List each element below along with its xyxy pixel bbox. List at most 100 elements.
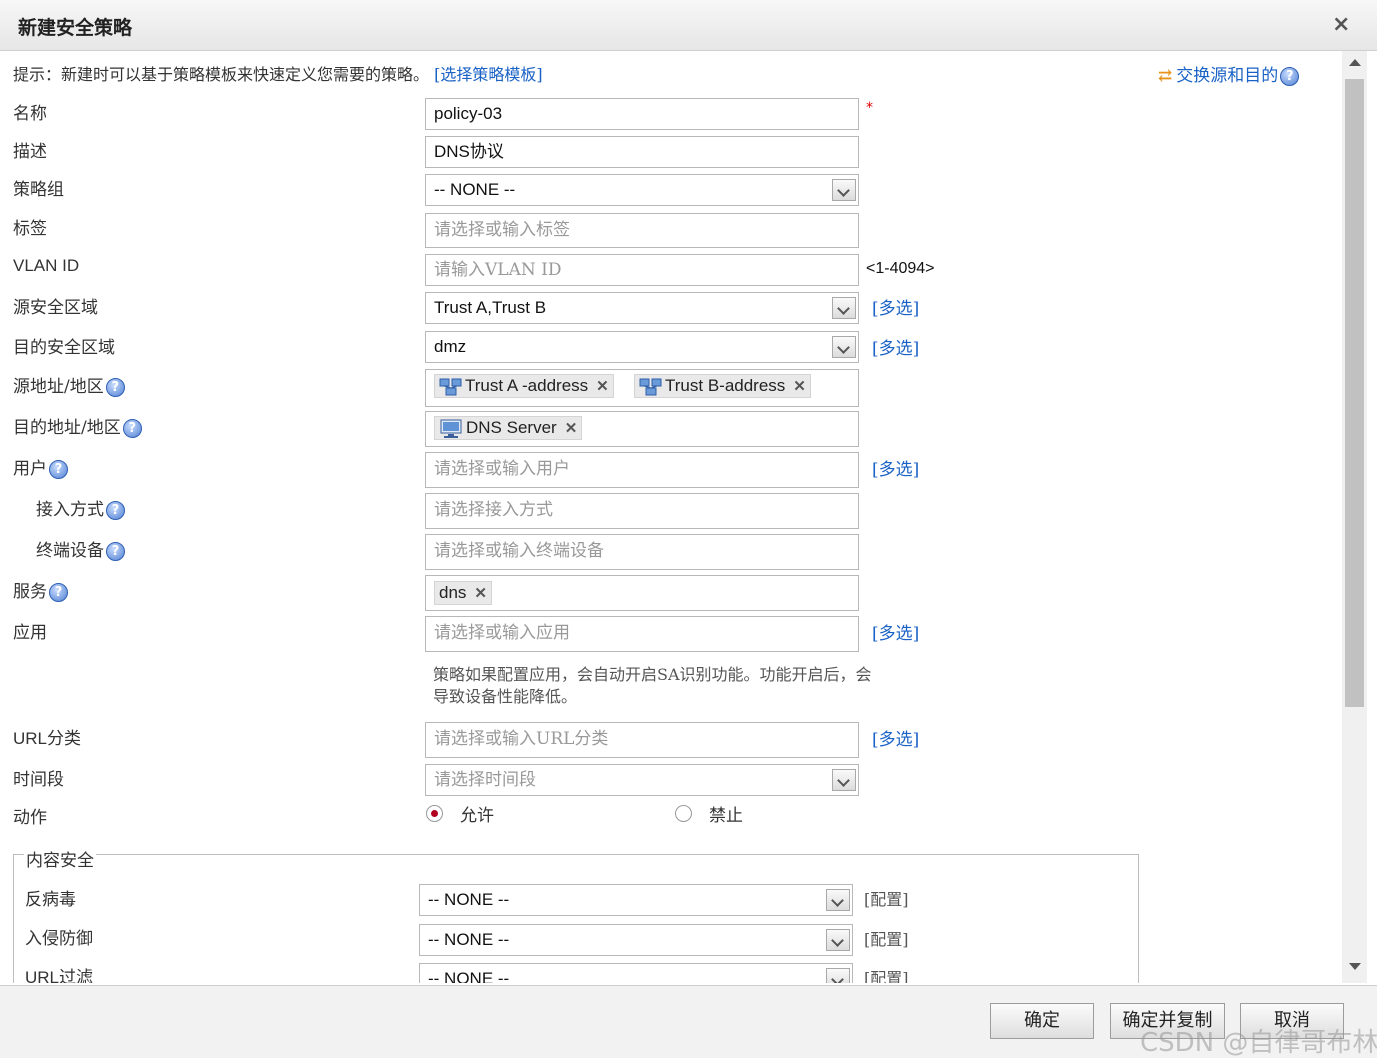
dialog-title: 新建安全策略 [18, 17, 133, 39]
service-input[interactable]: dns ✕ [425, 575, 859, 611]
src-addr-tag: Trust A -address ✕ [434, 374, 614, 398]
action-label: 动作 [13, 808, 47, 828]
access-label: 接入方式? [36, 495, 125, 520]
ok-button[interactable]: 确定 [990, 1003, 1094, 1039]
antivirus-select[interactable]: -- NONE -- [419, 884, 853, 916]
chevron-down-icon[interactable] [826, 929, 850, 951]
swap-label: 交换源和目的 [1176, 66, 1279, 86]
network-icon [639, 378, 662, 396]
dst-zone-multi-link[interactable]: [多选] [872, 334, 919, 359]
help-icon[interactable]: ? [49, 583, 68, 602]
app-multi-link[interactable]: [多选] [872, 619, 919, 644]
service-tag-text: dns [439, 583, 467, 602]
url-cat-input[interactable]: 请选择或输入URL分类 [425, 722, 859, 758]
required-marker: * [866, 100, 873, 116]
user-multi-link[interactable]: [多选] [872, 455, 919, 480]
vertical-scrollbar[interactable] [1342, 51, 1367, 983]
service-label-text: 服务 [13, 582, 47, 602]
src-addr-input[interactable]: Trust A -address ✕ Trust B-address ✕ [425, 369, 859, 407]
service-label: 服务? [13, 577, 68, 602]
tag-label: 标签 [13, 219, 47, 239]
name-input[interactable]: policy-03 [425, 98, 859, 130]
src-addr-tag-text: Trust B-address [665, 376, 786, 395]
computer-icon [440, 419, 462, 438]
service-tag: dns ✕ [434, 581, 492, 605]
chevron-down-icon[interactable] [832, 179, 856, 201]
close-icon[interactable]: × [1332, 12, 1350, 37]
url-filter-label: URL过滤 [25, 968, 94, 983]
ips-select[interactable]: -- NONE -- [419, 924, 853, 956]
network-icon [439, 378, 462, 396]
device-input[interactable]: 请选择或输入终端设备 [425, 534, 859, 570]
help-icon[interactable]: ? [106, 501, 125, 520]
antivirus-config-link[interactable]: [配置] [864, 886, 909, 910]
ips-config-link[interactable]: [配置] [864, 926, 909, 950]
url-cat-multi-link[interactable]: [多选] [872, 725, 919, 750]
src-addr-label: 源地址/地区? [13, 372, 125, 397]
allow-label: 允许 [460, 806, 494, 826]
group-select[interactable]: -- NONE -- [425, 174, 859, 206]
scrollbar-thumb[interactable] [1345, 79, 1364, 707]
help-icon[interactable]: ? [49, 460, 68, 479]
deny-label: 禁止 [709, 806, 743, 826]
chevron-down-icon[interactable] [826, 889, 850, 911]
desc-input[interactable]: DNS协议 [425, 136, 859, 168]
vlan-range: <1-4094> [866, 260, 935, 277]
watermark: CSDN @自律哥布林 [1140, 1028, 1377, 1058]
url-filter-select[interactable]: -- NONE -- [419, 963, 853, 983]
src-zone-select[interactable]: Trust A,Trust B [425, 292, 859, 324]
hint-text: 提示：新建时可以基于策略模板来快速定义您需要的策略。 [选择策略模板] [13, 61, 543, 85]
dst-zone-select[interactable]: dmz [425, 331, 859, 363]
help-icon[interactable]: ? [105, 378, 125, 397]
select-template-link[interactable]: [选择策略模板] [434, 65, 543, 84]
src-zone-multi-link[interactable]: [多选] [872, 294, 919, 319]
deny-radio[interactable] [675, 805, 692, 822]
dst-addr-input[interactable]: DNS Server ✕ [425, 411, 859, 447]
swap-src-dst-link[interactable]: ⇄ 交换源和目的? [1158, 61, 1300, 86]
remove-tag-icon[interactable]: ✕ [596, 378, 609, 395]
time-placeholder: 请选择时间段 [434, 770, 536, 790]
group-value: -- NONE -- [434, 180, 516, 199]
allow-radio[interactable] [426, 805, 443, 822]
dst-zone-label: 目的安全区域 [13, 338, 115, 358]
vlan-label: VLAN ID [13, 256, 80, 275]
dst-addr-tag-text: DNS Server [466, 418, 557, 437]
scroll-down-arrow-icon[interactable] [1349, 963, 1361, 970]
chevron-down-icon[interactable] [832, 297, 856, 319]
chevron-down-icon[interactable] [826, 968, 850, 983]
url-filter-config-link[interactable]: [配置] [864, 965, 909, 983]
dst-addr-tag: DNS Server ✕ [434, 416, 583, 440]
antivirus-value: -- NONE -- [428, 890, 510, 909]
help-icon[interactable]: ? [122, 419, 142, 438]
device-label: 终端设备? [36, 536, 125, 561]
src-addr-tag: Trust B-address ✕ [634, 374, 811, 398]
remove-tag-icon[interactable]: ✕ [474, 585, 487, 602]
chevron-down-icon[interactable] [832, 769, 856, 791]
remove-tag-icon[interactable]: ✕ [793, 378, 806, 395]
content-security-legend: 内容安全 [24, 846, 96, 871]
user-input[interactable]: 请选择或输入用户 [425, 452, 859, 488]
tag-input[interactable]: 请选择或输入标签 [425, 213, 859, 248]
url-filter-value: -- NONE -- [428, 969, 510, 983]
user-label-text: 用户 [13, 459, 47, 479]
hint-message: 提示：新建时可以基于策略模板来快速定义您需要的策略。 [13, 65, 430, 84]
chevron-down-icon[interactable] [832, 336, 856, 358]
vlan-input[interactable]: 请输入VLAN ID [425, 254, 859, 286]
remove-tag-icon[interactable]: ✕ [565, 420, 578, 437]
group-label: 策略组 [13, 180, 64, 200]
src-zone-label: 源安全区域 [13, 298, 98, 318]
dst-zone-value: dmz [434, 337, 467, 356]
ips-value: -- NONE -- [428, 930, 510, 949]
scroll-up-arrow-icon[interactable] [1349, 59, 1361, 66]
help-icon[interactable]: ? [1280, 67, 1300, 86]
dst-addr-label: 目的地址/地区? [13, 413, 142, 438]
help-icon[interactable]: ? [106, 542, 125, 561]
time-select[interactable]: 请选择时间段 [425, 764, 859, 796]
access-label-text: 接入方式 [36, 500, 104, 520]
access-input[interactable]: 请选择接入方式 [425, 493, 859, 529]
antivirus-label: 反病毒 [25, 890, 76, 910]
dialog-titlebar: 新建安全策略 × [0, 0, 1377, 51]
app-input[interactable]: 请选择或输入应用 [425, 616, 859, 652]
desc-label: 描述 [13, 142, 47, 162]
dst-addr-label-text: 目的地址/地区 [13, 418, 121, 438]
